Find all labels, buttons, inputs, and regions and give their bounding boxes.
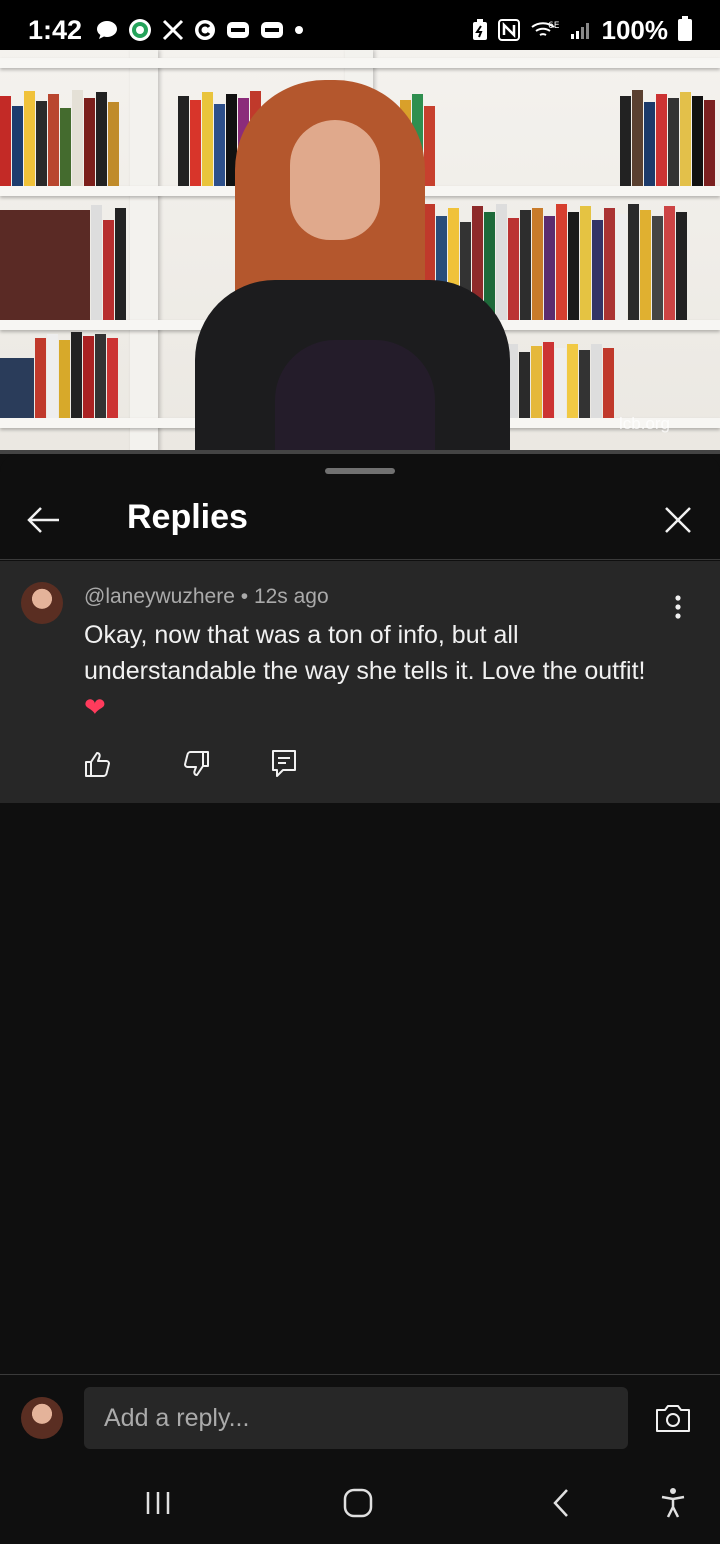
x-icon [162,19,184,41]
panel-header: Replies [0,478,720,560]
replies-panel: Replies @laneywuzhere • 12s ago Okay, no… [0,454,720,1544]
user-avatar [21,1397,63,1439]
home-button[interactable] [333,1478,383,1528]
status-right-icons: 6E 100% [472,14,692,46]
camera-button[interactable] [652,1397,694,1439]
camera-icon [656,1405,690,1432]
comment-author[interactable]: @laneywuzhere [84,585,235,608]
close-button[interactable] [658,500,698,540]
video-watermark: lcb.org [618,414,670,433]
book-row [0,330,119,418]
comment-time: 12s ago [253,585,329,608]
book-row [495,340,615,418]
chat-bubble-icon [96,20,118,40]
reply-bar [0,1374,720,1464]
signal-type-label: 6E [548,21,560,31]
reply-comment-icon [272,750,296,777]
meta-separator: • [234,585,254,608]
battery-icon [678,16,692,41]
status-left-icons [96,18,304,42]
reply-input[interactable] [84,1387,628,1449]
comment-avatar[interactable] [21,582,63,624]
book-row [620,88,716,186]
comment-text: Okay, now that was a ton of info, but al… [84,621,646,685]
thumbs-down-icon [184,751,209,776]
wallet-icon [260,20,284,40]
system-nav-bar [0,1460,720,1544]
back-button[interactable] [24,500,64,540]
comment-meta: @laneywuzhere • 12s ago [84,585,329,609]
recent-apps-button[interactable] [133,1478,183,1528]
like-button[interactable] [76,742,120,786]
back-nav-button[interactable] [536,1478,586,1528]
chevron-left-icon [553,1489,568,1517]
c-icon [194,19,216,41]
accessibility-icon [661,1488,685,1518]
wifi-icon: 6E [530,18,560,42]
heart-emoji: ❤ [84,692,106,722]
thumbs-up-icon [85,752,110,777]
battery-saver-icon [472,19,488,41]
video-player[interactable]: lcb.org [0,50,720,454]
close-icon [665,507,691,533]
book-row [0,88,120,186]
dot-icon [294,25,304,35]
accessibility-button[interactable] [648,1478,698,1528]
recent-apps-icon [146,1492,170,1514]
nfc-icon [497,19,520,41]
drag-handle[interactable] [325,468,395,474]
presenter-dress [275,340,435,454]
home-icon [343,1488,373,1518]
wallet-icon [226,20,250,40]
comment-item: @laneywuzhere • 12s ago Okay, now that w… [0,561,720,803]
bookshelf-upright [130,50,158,454]
bookshelf-shelf [0,58,720,68]
panel-title: Replies [127,498,248,536]
status-time: 1:42 [28,14,83,45]
dislike-button[interactable] [174,742,218,786]
battery-percent: 100% [601,14,669,45]
reply-button[interactable] [262,742,306,786]
signal-icon [570,20,592,40]
book-row [0,200,127,320]
comment-body: Okay, now that was a ton of info, but al… [84,617,684,726]
arrow-left-icon [27,507,59,533]
presenter [195,80,510,454]
whatsapp-icon [128,18,152,42]
presenter-face [290,120,380,240]
